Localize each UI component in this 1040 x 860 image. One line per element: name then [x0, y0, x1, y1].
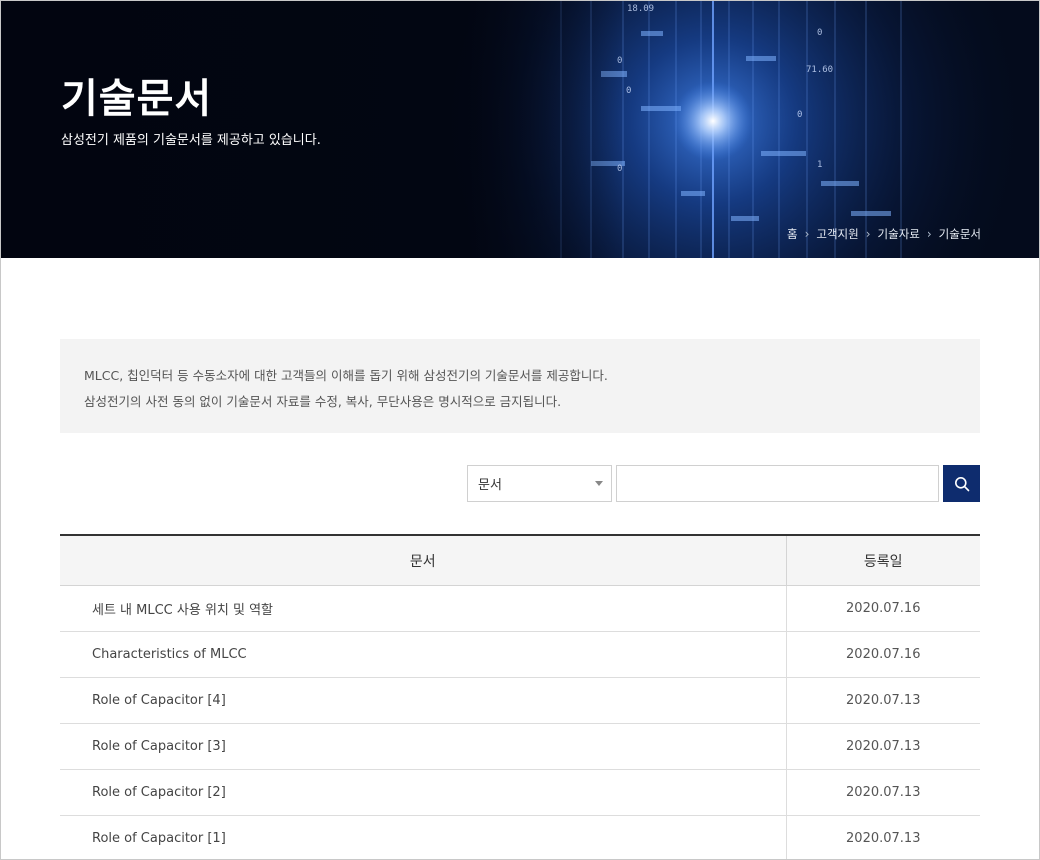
table-row[interactable]: Role of Capacitor [3] 2020.07.13 — [60, 723, 980, 770]
table-row[interactable]: 세트 내 MLCC 사용 위치 및 역할 2020.07.16 — [60, 585, 980, 632]
notice-line-2: 삼성전기의 사전 동의 없이 기술문서 자료를 수정, 복사, 무단사용은 명시… — [84, 394, 562, 409]
breadcrumb-separator-icon: › — [804, 227, 810, 241]
chevron-down-icon — [595, 481, 603, 486]
table-row[interactable]: Role of Capacitor [1] 2020.07.13 — [60, 815, 980, 859]
column-header-document: 문서 — [60, 535, 786, 586]
breadcrumb-item-customer-support[interactable]: 고객지원 — [816, 226, 858, 242]
search-input[interactable] — [616, 465, 939, 502]
document-title-link[interactable]: Role of Capacitor [2] — [60, 769, 786, 816]
document-date: 2020.07.13 — [785, 677, 980, 724]
breadcrumb-item-technical-documents: 기술문서 — [938, 227, 981, 241]
column-header-date: 등록일 — [785, 535, 980, 586]
document-date: 2020.07.13 — [785, 769, 980, 816]
breadcrumb-separator-icon: › — [865, 227, 871, 241]
table-header-row: 문서 등록일 — [60, 535, 980, 586]
search-button[interactable] — [943, 465, 980, 502]
breadcrumb-item-technical-data[interactable]: 기술자료 — [878, 226, 920, 242]
breadcrumb-item-home[interactable]: 홈 — [787, 226, 798, 242]
hero-background-image: 18.09 71.60 0 0 0 0 0 1 — [1, 1, 1039, 258]
breadcrumb: 홈 › 고객지원 › 기술자료 › 기술문서 — [787, 226, 981, 242]
document-title-link[interactable]: 세트 내 MLCC 사용 위치 및 역할 — [60, 585, 786, 632]
document-title-link[interactable]: Role of Capacitor [1] — [60, 815, 786, 859]
page-title: 기술문서 — [61, 76, 213, 122]
search-category-value: 문서 — [478, 478, 502, 493]
documents-table: 문서 등록일 세트 내 MLCC 사용 위치 및 역할 2020.07.16 C… — [60, 534, 980, 859]
notice-line-1: MLCC, 칩인덕터 등 수동소자에 대한 고객들의 이해를 돕기 위해 삼성전… — [84, 368, 608, 383]
page-subtitle: 삼성전기 제품의 기술문서를 제공하고 있습니다. — [61, 133, 321, 148]
document-date: 2020.07.13 — [785, 815, 980, 859]
table-row[interactable]: Characteristics of MLCC 2020.07.16 — [60, 631, 980, 678]
document-title-link[interactable]: Role of Capacitor [4] — [60, 677, 786, 724]
notice-box: MLCC, 칩인덕터 등 수동소자에 대한 고객들의 이해를 돕기 위해 삼성전… — [60, 339, 980, 433]
table-row[interactable]: Role of Capacitor [2] 2020.07.13 — [60, 769, 980, 816]
hero-banner: 18.09 71.60 0 0 0 0 0 1 기술문서 삼성전기 제품의 기술… — [1, 1, 1039, 258]
document-date: 2020.07.16 — [785, 631, 980, 678]
document-title-link[interactable]: Role of Capacitor [3] — [60, 723, 786, 770]
table-row[interactable]: Role of Capacitor [4] 2020.07.13 — [60, 677, 980, 724]
breadcrumb-separator-icon: › — [926, 227, 932, 241]
document-title-link[interactable]: Characteristics of MLCC — [60, 631, 786, 678]
page-frame: 18.09 71.60 0 0 0 0 0 1 기술문서 삼성전기 제품의 기술… — [0, 0, 1040, 860]
document-date: 2020.07.16 — [785, 585, 980, 632]
search-category-select[interactable]: 문서 — [467, 465, 612, 502]
search-icon — [954, 476, 969, 491]
document-date: 2020.07.13 — [785, 723, 980, 770]
